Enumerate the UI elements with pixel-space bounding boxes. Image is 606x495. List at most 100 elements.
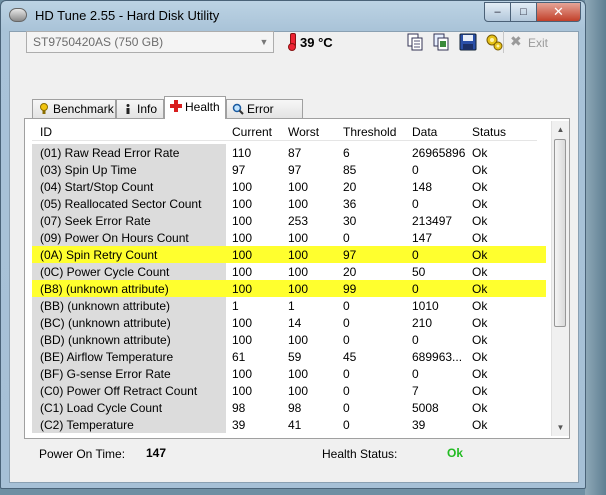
cell-current: 1 [232, 299, 239, 313]
cell-worst: 100 [288, 265, 309, 279]
drive-select-value: ST9750420AS (750 GB) [33, 35, 164, 49]
cell-threshold: 0 [343, 231, 350, 245]
cell-data: 0 [412, 282, 419, 296]
cell-status: Ok [472, 197, 488, 211]
cell-id: (05) Reallocated Sector Count [40, 197, 202, 211]
drive-select[interactable]: ST9750420AS (750 GB) ▼ [26, 31, 274, 53]
column-header-data[interactable]: Data [412, 125, 437, 139]
cell-current: 110 [232, 146, 252, 160]
cell-threshold: 30 [343, 214, 357, 228]
cell-data: 0 [412, 197, 419, 211]
desktop-background [585, 0, 606, 495]
column-header-threshold[interactable]: Threshold [343, 125, 396, 139]
tab-health[interactable]: Health [164, 96, 226, 119]
copy-info-icon[interactable] [405, 32, 425, 52]
table-row[interactable]: (BB) (unknown attribute) 1 1 0 1010 Ok [32, 297, 537, 314]
exit-button[interactable]: Exit [528, 36, 548, 50]
health-status-label: Health Status: [322, 447, 398, 461]
cell-current: 39 [232, 418, 246, 432]
tab-benchmark[interactable]: Benchmark [32, 99, 116, 119]
column-header-id[interactable]: ID [40, 125, 52, 139]
table-row[interactable]: (07) Seek Error Rate 100 253 30 213497 Ok [32, 212, 537, 229]
column-header-current[interactable]: Current [232, 125, 272, 139]
power-on-time-value: 147 [146, 446, 167, 460]
table-row[interactable]: (0A) Spin Retry Count 100 100 97 0 Ok [32, 246, 546, 263]
cell-threshold: 0 [343, 367, 350, 381]
table-row[interactable]: (05) Reallocated Sector Count 100 100 36 0 Ok [32, 195, 537, 212]
save-icon[interactable] [458, 32, 478, 52]
tab-error-scan[interactable]: Error Scan [226, 99, 303, 134]
temperature-readout: 39 °C [300, 35, 333, 50]
cell-status: Ok [472, 180, 488, 194]
scroll-up-icon[interactable]: ▲ [552, 121, 569, 138]
cell-threshold: 45 [343, 350, 357, 364]
cell-worst: 14 [288, 316, 302, 330]
cell-threshold: 0 [343, 418, 350, 432]
cell-data: 148 [412, 180, 433, 194]
disk-app-icon [9, 8, 27, 22]
cell-threshold: 6 [343, 146, 350, 160]
cell-id: (03) Spin Up Time [40, 163, 137, 177]
table-row[interactable]: (09) Power On Hours Count 100 100 0 147 Ok [32, 229, 537, 246]
chevron-down-icon[interactable]: ▼ [255, 32, 273, 52]
options-icon[interactable] [484, 32, 504, 52]
cell-current: 98 [232, 401, 246, 415]
cell-status: Ok [472, 163, 488, 177]
cell-current: 100 [232, 197, 253, 211]
cell-status: Ok [472, 384, 488, 398]
minimize-button[interactable]: – [484, 2, 511, 22]
maximize-button[interactable]: □ [510, 2, 537, 22]
column-header-status[interactable]: Status [472, 125, 506, 139]
table-row[interactable]: (0C) Power Cycle Count 100 100 20 50 Ok [32, 263, 537, 280]
scrollbar-thumb[interactable] [554, 139, 566, 327]
table-row[interactable]: (C1) Load Cycle Count 98 98 0 5008 Ok [32, 399, 537, 416]
cell-status: Ok [472, 265, 488, 279]
column-header-worst[interactable]: Worst [288, 125, 319, 139]
cell-data: 1010 [412, 299, 439, 313]
table-header: ID Current Worst Threshold Data Status [32, 121, 537, 141]
cell-data: 39 [412, 418, 426, 432]
vertical-scrollbar[interactable]: ▲ ▼ [551, 121, 569, 436]
cell-current: 61 [232, 350, 246, 364]
benchmark-icon [40, 103, 48, 114]
cell-threshold: 0 [343, 299, 350, 313]
cell-status: Ok [472, 214, 488, 228]
tab-info[interactable]: Info [116, 99, 164, 119]
close-button[interactable]: ✕ [536, 2, 581, 22]
cell-status: Ok [472, 333, 488, 347]
cell-worst: 100 [288, 231, 309, 245]
cell-threshold: 0 [343, 384, 350, 398]
cell-current: 100 [232, 248, 253, 262]
window-title: HD Tune 2.55 - Hard Disk Utility [35, 8, 220, 23]
cell-id: (09) Power On Hours Count [40, 231, 189, 245]
cell-current: 100 [232, 282, 253, 296]
cell-threshold: 85 [343, 163, 357, 177]
table-row[interactable]: (B8) (unknown attribute) 100 100 99 0 Ok [32, 280, 546, 297]
cell-status: Ok [472, 248, 488, 262]
app-window: HD Tune 2.55 - Hard Disk Utility – □ ✕ S… [0, 0, 586, 489]
cell-worst: 41 [288, 418, 302, 432]
cell-id: (C2) Temperature [40, 418, 134, 432]
cell-data: 210 [412, 316, 433, 330]
table-row[interactable]: (C2) Temperature 39 41 0 39 Ok [32, 416, 537, 433]
cell-threshold: 20 [343, 180, 357, 194]
table-row[interactable]: (04) Start/Stop Count 100 100 20 148 Ok [32, 178, 537, 195]
copy-screenshot-icon[interactable] [431, 32, 451, 52]
power-on-time-label: Power On Time: [39, 447, 126, 461]
title-bar[interactable]: HD Tune 2.55 - Hard Disk Utility – □ ✕ [1, 1, 587, 31]
cell-worst: 253 [288, 214, 309, 228]
table-row[interactable]: (01) Raw Read Error Rate 110 87 6 26965896 Ok [32, 144, 537, 161]
table-row[interactable]: (BE) Airflow Temperature 61 59 45 689963... O… [32, 348, 537, 365]
table-row[interactable]: (BF) G-sense Error Rate 100 100 0 0 Ok [32, 365, 537, 382]
table-row[interactable]: (C0) Power Off Retract Count 100 100 0 7 Ok [32, 382, 537, 399]
cell-id: (0A) Spin Retry Count [40, 248, 158, 262]
table-row[interactable]: (BD) (unknown attribute) 100 100 0 0 Ok [32, 331, 537, 348]
cell-current: 100 [232, 384, 253, 398]
cell-id: (07) Seek Error Rate [40, 214, 151, 228]
table-row[interactable]: (BC) (unknown attribute) 100 14 0 210 Ok [32, 314, 537, 331]
cell-id: (BC) (unknown attribute) [40, 316, 171, 330]
scroll-down-icon[interactable]: ▼ [552, 419, 569, 436]
exit-icon[interactable]: ✖ [510, 33, 522, 50]
table-row[interactable]: (03) Spin Up Time 97 97 85 0 Ok [32, 161, 537, 178]
cell-data: 50 [412, 265, 426, 279]
